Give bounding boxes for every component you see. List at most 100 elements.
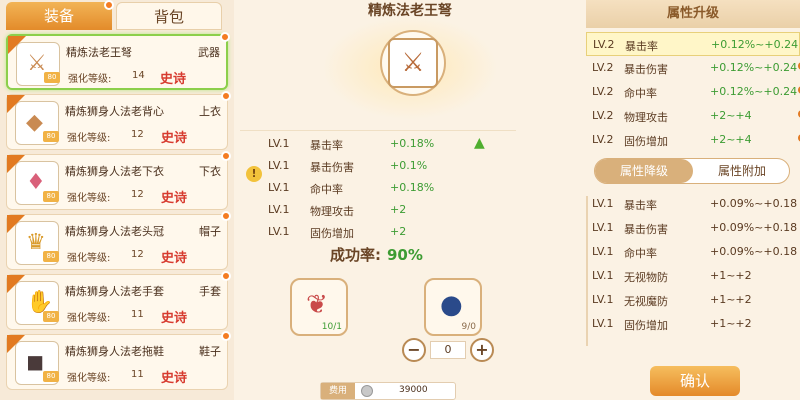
attr-level: LV.2 [592,133,614,146]
list-item[interactable]: ⚔ 80 精炼法老王弩 武器 强化等级: 14 史诗 [6,32,230,90]
extra-row: LV.1 暴击伤害 +0.09%~+0.18 [586,216,800,240]
item-name: 精炼狮身人法老头冠 [65,225,164,238]
stat-value: +2 [390,203,407,216]
extra-row: LV.1 无视魔防 +1~+2 [586,288,800,312]
level-badge: 80 [44,72,60,83]
attr-value: +1~+2 [710,293,752,306]
item-slot: 鞋子 [199,345,221,358]
attribute-upgrade-header: 属性升级 [586,0,800,28]
level-badge: 80 [43,251,59,262]
item-slot: 上衣 [199,105,221,118]
enhance-label: 强化等级: [68,74,112,85]
attr-value: +1~+2 [710,317,752,330]
list-item[interactable]: ♛ 80 精炼狮身人法老头冠 帽子 强化等级: 12 史诗 [6,211,231,270]
item-slot: 下衣 [199,165,221,178]
list-item[interactable]: ♦ 80 精炼狮身人法老下衣 下衣 强化等级: 12 史诗 [6,151,231,210]
attr-name: 暴击率 [624,199,657,212]
equipped-check-icon [7,275,25,293]
enhance-label: 强化等级: [67,133,111,144]
attr-name: 命中率 [624,87,657,100]
notification-dot [221,271,231,281]
material-count: 9/0 [461,322,476,332]
stat-value: +0.18% [390,137,435,150]
quantity-value[interactable]: 0 [430,341,466,359]
attr-level: LV.1 [592,197,614,210]
upgrade-row[interactable]: LV.2 暴击率 +0.12%~+0.24 [586,32,800,56]
attr-level: LV.2 [592,61,614,74]
attr-name: 固伤增加 [624,319,668,332]
equipped-check-icon [8,36,26,54]
notification-dot [221,151,231,161]
material-slot-2[interactable]: ● 9/0 [424,278,482,336]
stat-level: LV.1 [268,181,290,194]
attr-value: +0.09%~+0.18 [710,221,798,234]
extra-row: LV.1 无视物防 +1~+2 [586,264,800,288]
tab-bag[interactable]: 背包 [116,2,222,30]
stat-level: LV.1 [268,225,290,238]
attr-level: LV.2 [592,109,614,122]
cost-value: 39000 [399,385,428,395]
list-item[interactable]: ◆ 80 精炼狮身人法老背心 上衣 强化等级: 12 史诗 [6,91,231,150]
level-badge: 80 [43,191,59,202]
equipment-list: ⚔ 80 精炼法老王弩 武器 强化等级: 14 史诗 ◆ 80 精炼狮身人法老背… [6,32,231,400]
item-name: 精炼法老王弩 [66,46,132,59]
success-rate: 成功率: 90% [330,244,423,265]
attribute-subtabs: 属性降级 属性附加 [594,158,790,184]
attr-level: LV.1 [592,293,614,306]
notification-dot [104,0,114,10]
crossbow-icon: ⚔ [388,38,438,88]
item-slot: 武器 [198,46,220,59]
attr-value: +2~+4 [710,109,752,122]
refine-panel: 精炼法老王弩 ⚔ ! ▲ LV.1 暴击率 +0.18% LV.1 暴击伤害 +… [234,0,586,400]
equipped-check-icon [7,215,25,233]
enhance-level: 12 [131,129,144,140]
rarity-label: 史诗 [160,311,187,326]
rarity-label: 史诗 [160,251,187,266]
extra-row: LV.1 固伤增加 +1~+2 [586,312,800,336]
attr-level: LV.1 [592,317,614,330]
enhance-level: 11 [131,369,144,380]
tab-attribute-extra[interactable]: 属性附加 [693,159,791,183]
cost-label: 费用 [321,383,355,399]
item-slot: 帽子 [199,225,221,238]
plus-button[interactable]: + [470,338,494,362]
rarity-label: 史诗 [159,72,186,87]
attr-level: LV.2 [592,85,614,98]
confirm-button[interactable]: 确认 [650,366,740,396]
attr-level: LV.1 [592,269,614,282]
list-item[interactable]: ◼ 80 精炼狮身人法老拖鞋 鞋子 强化等级: 11 史诗 [6,331,231,390]
enhance-label: 强化等级: [67,253,111,264]
minus-button[interactable]: − [402,338,426,362]
list-item[interactable]: ✋ 80 精炼狮身人法老手套 手套 强化等级: 11 史诗 [6,271,231,330]
attr-value: +1~+2 [710,269,752,282]
enhance-label: 强化等级: [67,193,111,204]
enhance-level: 12 [131,189,144,200]
blue-orb-icon: ● [440,290,463,320]
tab-attribute-downgrade[interactable]: 属性降级 [595,159,693,183]
stat-name: 暴击伤害 [310,161,354,174]
level-badge: 80 [43,131,59,142]
equipped-check-icon [7,95,25,113]
attr-value: +0.12%~+0.24 [711,38,799,51]
attr-value: +0.12%~+0.24 [710,85,798,98]
stat-value: +0.1% [390,159,428,172]
item-name: 精炼狮身人法老拖鞋 [65,345,164,358]
attr-name: 暴击伤害 [624,63,668,76]
stat-name: 物理攻击 [310,205,354,218]
attr-name: 无视物防 [624,271,668,284]
attr-name: 物理攻击 [624,111,668,124]
extra-row: LV.1 命中率 +0.09%~+0.18 [586,240,800,264]
attr-level: LV.2 [593,38,615,51]
equipment-panel: 装备 背包 ⚔ 80 精炼法老王弩 武器 强化等级: 14 史诗 ◆ 80 精炼… [0,0,234,400]
material-slot-1[interactable]: ❦ 10/1 [290,278,348,336]
attr-name: 暴击率 [625,40,658,53]
upgrade-row[interactable]: LV.2 物理攻击 +2~+4 [586,104,800,128]
rarity-label: 史诗 [160,131,187,146]
quantity-stepper: − 0 + [402,338,498,362]
upgrade-row[interactable]: LV.2 命中率 +0.12%~+0.24 [586,80,800,104]
enhance-label: 强化等级: [67,373,111,384]
tab-equip[interactable]: 装备 [6,2,112,30]
upgrade-row[interactable]: LV.2 暴击伤害 +0.12%~+0.24 [586,56,800,80]
level-badge: 80 [43,311,59,322]
upgrade-row[interactable]: LV.2 固伤增加 +2~+4 [586,128,800,152]
